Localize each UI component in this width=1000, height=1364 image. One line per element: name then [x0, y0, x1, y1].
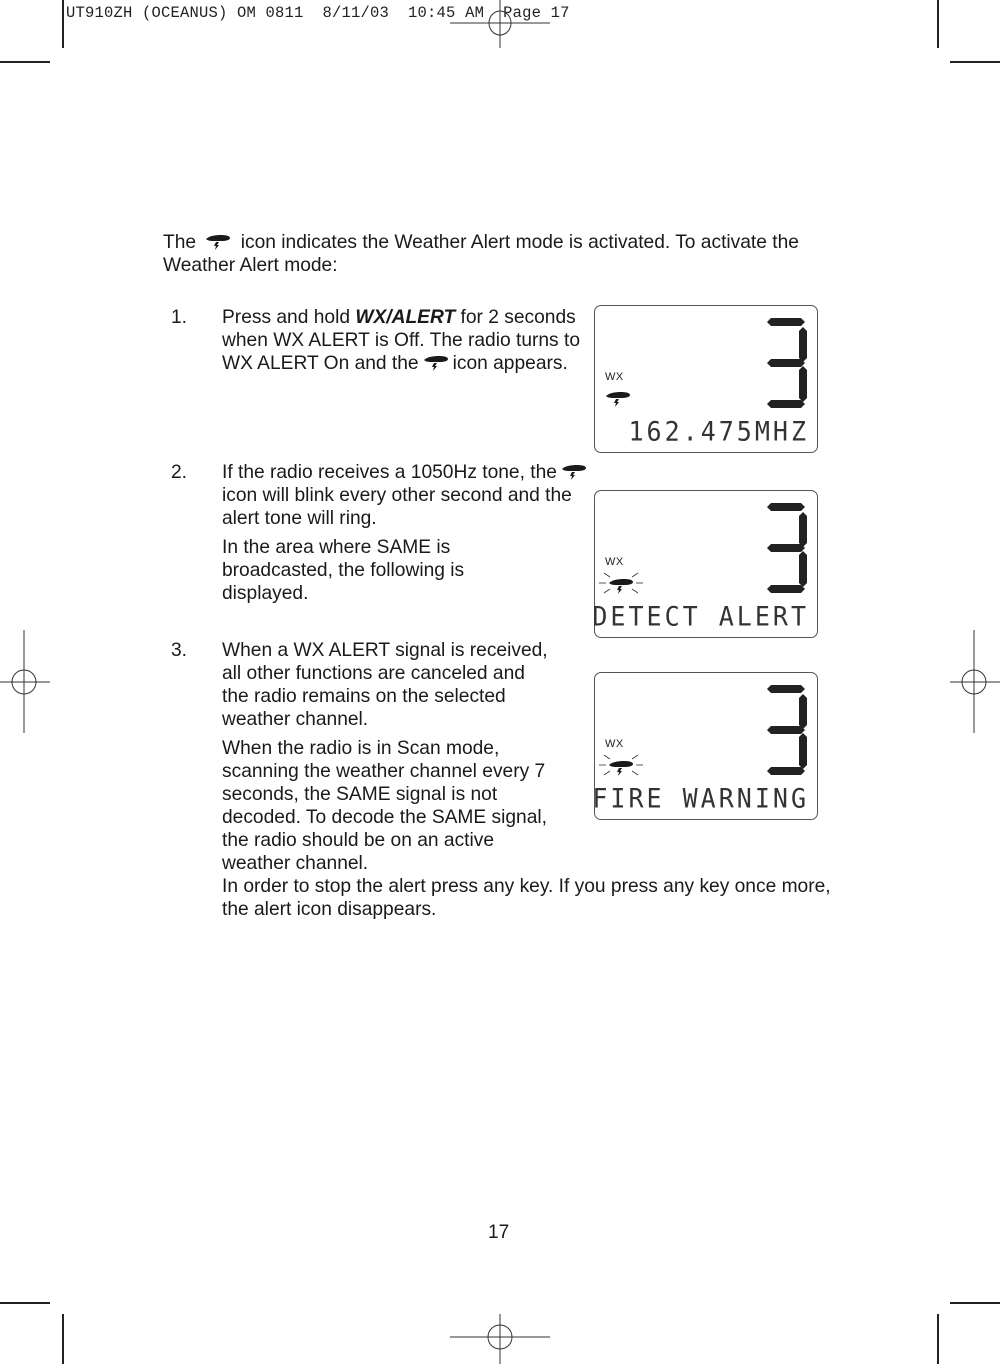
step-paragraph: If the radio receives a 1050Hz tone, the… [222, 461, 602, 530]
step-text: When a WX ALERT signal is received, all … [222, 639, 602, 875]
step-paragraph: Press and hold WX/ALERT for 2 seconds wh… [222, 306, 602, 375]
weather-alert-icon [606, 392, 630, 407]
lcd-display-standby: WX 162.475MHZ [594, 305, 818, 453]
weather-alert-icon [423, 354, 449, 372]
crop-mark-top-right-v [937, 0, 939, 48]
step-number: 3. [171, 640, 188, 661]
crop-mark-top-left-h [0, 61, 50, 63]
wx-label: WX [605, 556, 624, 568]
step-number: 2. [171, 462, 188, 483]
weather-alert-icon [561, 463, 587, 481]
intro-text-start: The [163, 232, 197, 253]
channel-digit-3 [767, 503, 807, 593]
wx-alert-key-label: WX/ALERT [355, 307, 456, 328]
channel-digit-3 [767, 685, 807, 775]
lcd-alert-text: FIRE WARNING [592, 783, 809, 814]
crop-mark-top-right-h [950, 61, 1000, 63]
crop-mark-bottom-right-v [937, 1314, 939, 1364]
step-text: Press and hold WX/ALERT for 2 seconds wh… [222, 306, 602, 375]
step-text-segment: icon appears. [452, 353, 568, 374]
crop-mark-bottom-left-h [0, 1302, 50, 1304]
wx-label: WX [605, 371, 624, 383]
intro-text-end: icon indicates the Weather Alert mode is… [163, 232, 799, 276]
step-number: 1. [171, 307, 188, 328]
crop-mark-top-left-v [62, 0, 64, 48]
step-paragraph: When the radio is in Scan mode, scanning… [222, 738, 547, 874]
lcd-alert-text: DETECT ALERT [592, 601, 809, 632]
wx-label: WX [605, 738, 624, 750]
step-text-segment: If the radio receives a 1050Hz tone, the [222, 462, 557, 483]
step-paragraph: In the area where SAME is broadcasted, t… [222, 537, 465, 604]
lcd-display-detect-alert: WX DETECT ALERT [592, 490, 818, 638]
crop-mark-bottom-right-h [950, 1302, 1000, 1304]
weather-alert-icon [205, 233, 231, 251]
intro-paragraph: The icon indicates the Weather Alert mod… [163, 231, 843, 277]
step-paragraph: When a WX ALERT signal is received, all … [222, 640, 548, 730]
lcd-display-fire-warning: WX FIRE WARNING [592, 672, 818, 820]
step-text-segment: icon will blink every other second and t… [222, 485, 572, 529]
step-text-segment: Press and hold [222, 307, 356, 328]
registration-mark-bottom [450, 1314, 550, 1364]
lcd-frequency-text: 162.475MHZ [628, 416, 809, 447]
crop-mark-bottom-left-v [62, 1314, 64, 1364]
closing-paragraph: In order to stop the alert press any key… [222, 876, 831, 920]
registration-mark-right [950, 630, 1000, 733]
step-text: If the radio receives a 1050Hz tone, the… [222, 461, 602, 605]
channel-digit-3 [767, 318, 807, 408]
page-number: 17 [488, 1222, 510, 1243]
registration-mark-top [450, 0, 550, 48]
weather-alert-blinking-icon [599, 572, 643, 594]
registration-mark-left [0, 630, 50, 733]
weather-alert-blinking-icon [599, 754, 643, 776]
